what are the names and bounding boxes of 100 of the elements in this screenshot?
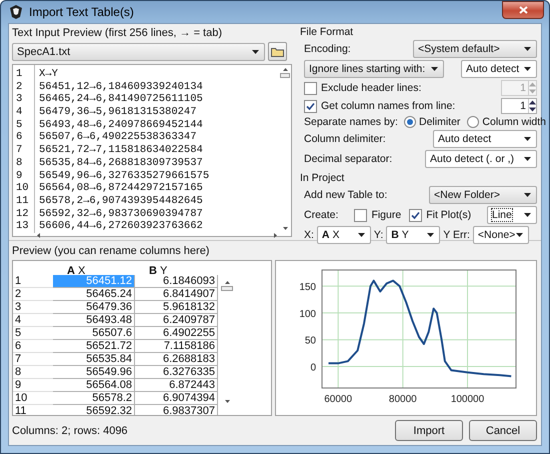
- row-number: 9: [13, 379, 53, 392]
- x-tick-label: 60000: [324, 394, 352, 405]
- row-number: 8: [13, 366, 53, 379]
- data-table[interactable]: [12, 260, 272, 416]
- checkbox[interactable]: [354, 208, 368, 222]
- cancel-button[interactable]: Cancel: [469, 420, 537, 441]
- table-folder-dropdown[interactable]: <New Folder>: [429, 186, 537, 204]
- row-number: 11: [13, 405, 53, 415]
- text-line: X→Y: [39, 68, 58, 80]
- caret-icon: [524, 47, 531, 51]
- import-button[interactable]: Import: [395, 420, 463, 441]
- table-cell[interactable]: 56465.24: [53, 288, 135, 301]
- row-number: 6: [13, 340, 53, 353]
- scroll-thumb[interactable]: [221, 286, 233, 291]
- y-column-dropdown[interactable]: B Y: [386, 226, 440, 244]
- app-icon: [8, 4, 24, 20]
- status-text: Columns: 2; rows: 4096: [12, 424, 128, 436]
- row-number: 5: [13, 327, 53, 340]
- number-spinner[interactable]: 1: [501, 98, 537, 114]
- table-cell[interactable]: 56507.6: [53, 327, 135, 340]
- text-line: 56564,08→6,872442972157165: [39, 182, 203, 194]
- scroll-thumb[interactable]: [280, 73, 290, 78]
- x-column-dropdown[interactable]: A X: [316, 226, 371, 244]
- caret-icon: [427, 233, 434, 237]
- table-cell[interactable]: 6.8414907: [135, 288, 218, 301]
- field-label: Create:: [304, 209, 338, 221]
- text-line: 56521,72→7,115818634022584: [39, 144, 203, 156]
- row-number: 7: [13, 353, 53, 366]
- y-error-dropdown[interactable]: <None>: [472, 226, 529, 244]
- radio-button[interactable]: [404, 116, 416, 128]
- table-cell[interactable]: 5.9618132: [135, 301, 218, 314]
- radio-label: Column width: [482, 116, 546, 128]
- field-label: Column delimiter:: [304, 133, 386, 145]
- encoding-dropdown[interactable]: <System default>: [413, 40, 537, 58]
- table-cell[interactable]: 6.9837307: [135, 405, 218, 415]
- scroll-down-icon[interactable]: [224, 400, 230, 403]
- row-number: 4: [13, 314, 53, 327]
- table-cell[interactable]: 56564.08: [53, 379, 135, 392]
- close-button[interactable]: [502, 1, 544, 19]
- radio-button[interactable]: [467, 116, 480, 128]
- checkbox[interactable]: [304, 100, 317, 112]
- folder-icon: [271, 46, 284, 56]
- y-tick-label: 50: [304, 336, 316, 347]
- table-cell[interactable]: 6.9074394: [135, 392, 218, 405]
- table-cell[interactable]: 56578.2: [53, 392, 135, 405]
- line-number: 12: [16, 208, 30, 220]
- ignore-value-dropdown[interactable]: Auto detect: [461, 60, 537, 78]
- y-tick-label: 150: [299, 282, 316, 294]
- open-file-button[interactable]: [268, 42, 287, 61]
- line-number: 2: [16, 80, 24, 94]
- text-line: 56578,2→6,9074393954482645: [39, 194, 203, 207]
- text-line: 56479,36→5,96181315380247: [39, 106, 197, 118]
- checkbox-label: Get column names from line:: [321, 100, 456, 112]
- line-number: 5: [16, 118, 24, 132]
- table-cell[interactable]: 56493.48: [53, 314, 135, 327]
- decimal-separator-dropdown[interactable]: Auto detect (. or ,): [425, 150, 537, 168]
- text-line: 56592,32→6,983730690394787: [39, 208, 203, 220]
- table-cell[interactable]: 6.872443: [135, 379, 218, 392]
- text-line: 56549,96→6,3276335279661575: [39, 170, 210, 182]
- scroll-right-icon[interactable]: [274, 232, 277, 238]
- x-tick-label: 80000: [388, 394, 417, 405]
- caret-icon: [431, 67, 438, 71]
- table-cell[interactable]: 56592.32: [53, 405, 135, 415]
- caret-icon: [524, 193, 531, 197]
- caret-icon: [524, 157, 531, 161]
- checkbox[interactable]: [409, 208, 422, 222]
- table-cell[interactable]: 6.3276335: [135, 366, 218, 379]
- scroll-up-icon[interactable]: [282, 68, 288, 71]
- field-label: Encoding:: [304, 43, 351, 55]
- table-cell[interactable]: 56479.36: [53, 301, 135, 314]
- line-number: 10: [16, 182, 30, 195]
- checkbox-label: Fit Plot(s): [426, 209, 472, 221]
- scroll-down-icon[interactable]: [282, 226, 288, 230]
- scroll-up-icon[interactable]: [224, 281, 230, 284]
- x-tick-label: 100000: [450, 394, 484, 405]
- scroll-left-icon[interactable]: [37, 232, 40, 238]
- table-cell[interactable]: 56535.84: [53, 353, 135, 366]
- table-cell[interactable]: 6.2688183: [135, 353, 218, 366]
- table-cell[interactable]: 56549.96: [53, 366, 135, 379]
- table-cell[interactable]: 56521.72: [53, 340, 135, 353]
- table-cell[interactable]: 6.4902255: [135, 327, 218, 340]
- text-preview[interactable]: [12, 64, 292, 237]
- table-cell[interactable]: 6.1846093: [135, 275, 218, 288]
- line-number: 11: [16, 194, 30, 208]
- line-number: 9: [16, 170, 24, 182]
- delimiter-dropdown[interactable]: Auto detect: [433, 130, 537, 148]
- table-cell[interactable]: 7.1158186: [135, 340, 218, 353]
- line-number: 3: [16, 93, 24, 106]
- file-dropdown[interactable]: SpecA1.txt: [12, 42, 265, 60]
- table-cell[interactable]: 6.2409787: [135, 314, 218, 327]
- text-line: 56493,48→6,240978669452144: [39, 118, 203, 131]
- text-line: 56606,44→6,272603923763662: [39, 220, 203, 232]
- section-heading: In Project: [300, 172, 346, 184]
- line-number: 7: [16, 144, 24, 157]
- line-number: 4: [16, 106, 24, 119]
- ignore-mode-dropdown[interactable]: Ignore lines starting with:: [304, 60, 444, 78]
- checkbox-label: Exclude header lines:: [321, 82, 422, 94]
- section-heading: Preview (you can rename columns here): [12, 245, 210, 257]
- plot-type-dropdown[interactable]: Line: [487, 206, 537, 224]
- checkbox-label: Figure: [371, 209, 402, 221]
